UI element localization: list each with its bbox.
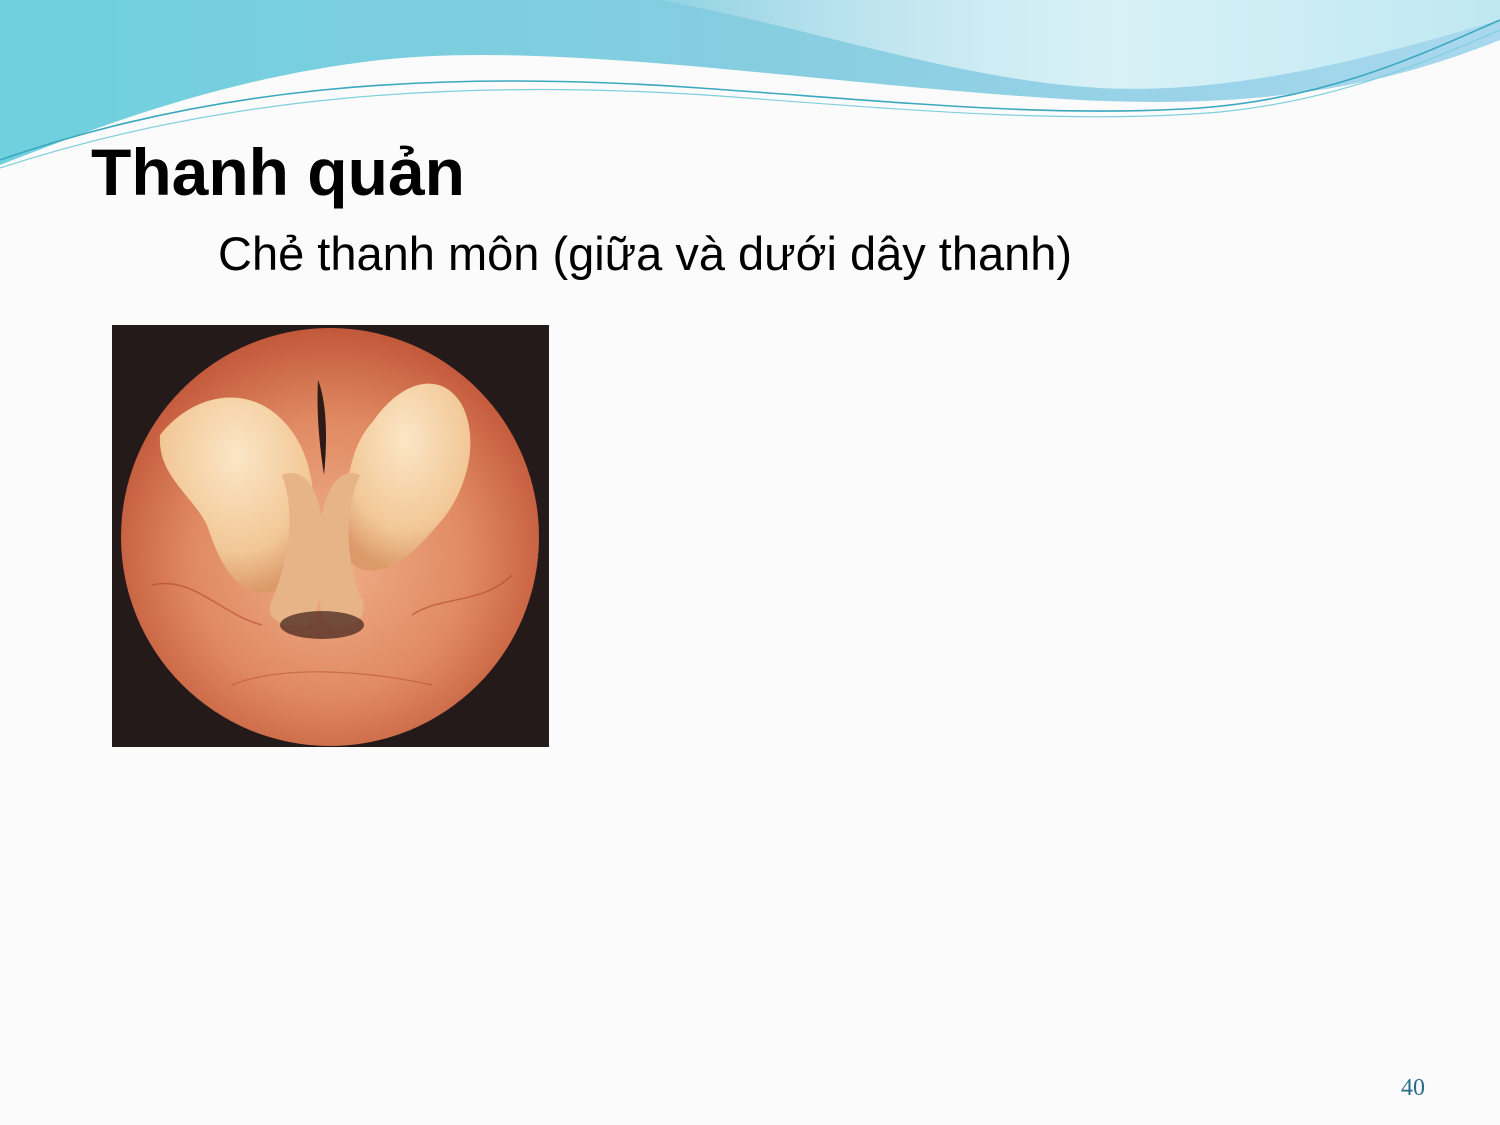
- laryngoscopy-photo: [112, 325, 549, 747]
- slide-subtitle: Chẻ thanh môn (giữa và dưới dây thanh): [218, 227, 1073, 280]
- page-number: 40: [1401, 1075, 1425, 1101]
- slide: Thanh quản Chẻ thanh môn (giữa và dưới d…: [0, 0, 1500, 1125]
- slide-title: Thanh quản: [91, 135, 465, 209]
